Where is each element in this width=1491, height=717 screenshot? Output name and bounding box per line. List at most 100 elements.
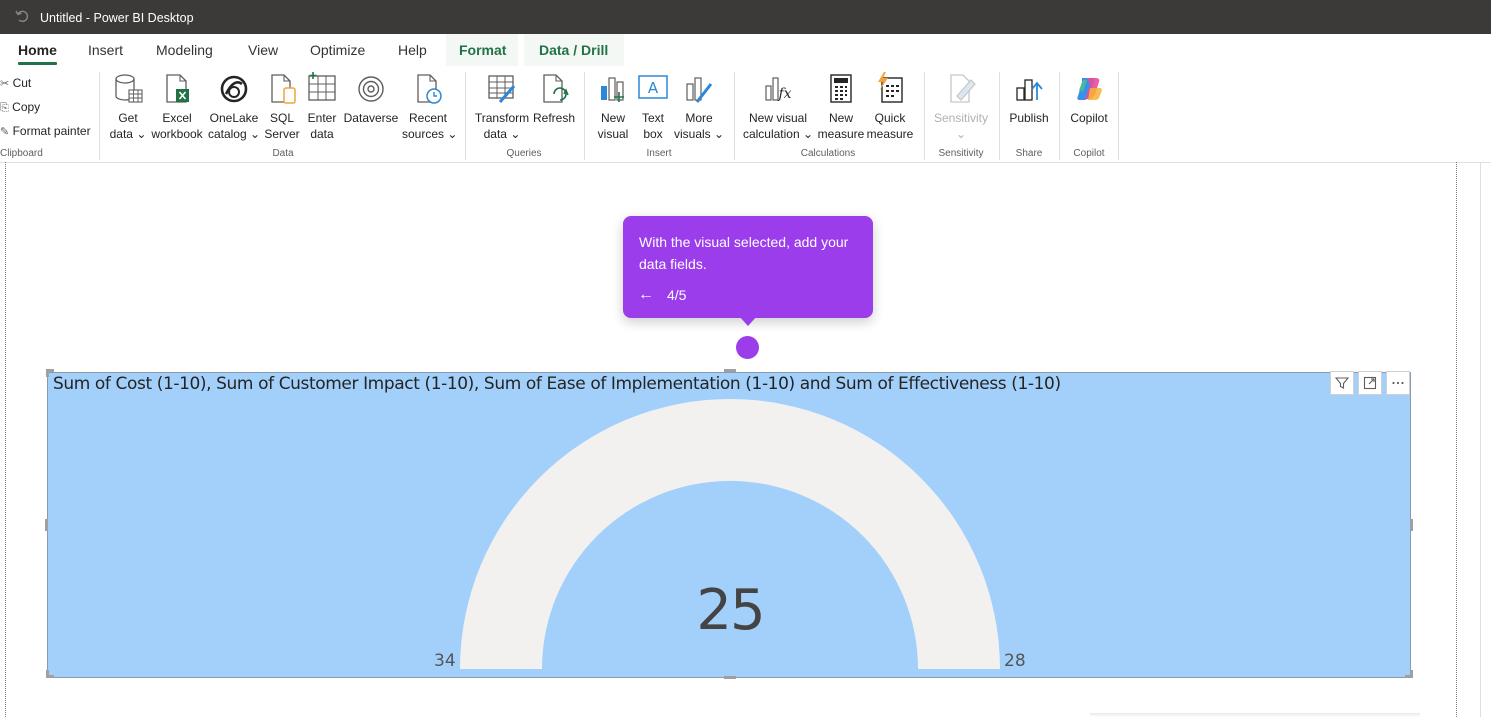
transform-data-icon — [488, 75, 516, 103]
excel-workbook-button[interactable]: Excel workbook — [150, 72, 204, 142]
tab-insert[interactable]: Insert — [88, 42, 123, 58]
transform-data-button[interactable]: Transform data ⌄ — [474, 72, 530, 142]
visual-calc-label: New visual — [748, 111, 808, 125]
more-options-icon[interactable] — [1386, 371, 1410, 395]
new-visual-button[interactable]: New visual — [594, 72, 632, 142]
visual-calculation-icon: fx — [765, 77, 792, 102]
undo-icon[interactable] — [14, 8, 30, 24]
resize-handle[interactable] — [46, 369, 49, 377]
table-icon — [308, 72, 336, 101]
new-visual-icon — [601, 77, 624, 102]
text-box-button[interactable]: A Text box — [636, 72, 670, 142]
svg-text:fx: fx — [777, 86, 791, 102]
quick-measure-label: Quick — [874, 111, 906, 125]
title-bar: Untitled - Power BI Desktop — [0, 0, 1491, 34]
cut-button[interactable]: ✂ Cut — [0, 76, 31, 90]
resize-handle[interactable] — [46, 670, 49, 678]
more-visuals-label-2: visuals ⌄ — [674, 127, 725, 141]
onelake-catalog-button[interactable]: OneLake catalog ⌄ — [207, 72, 261, 142]
excel-label-2: workbook — [151, 127, 203, 141]
more-visuals-label: More — [685, 111, 713, 125]
group-label-share: Share — [1015, 148, 1043, 159]
back-arrow-icon[interactable]: ← — [638, 286, 654, 304]
sensitivity-button[interactable]: Sensitivity ⌄ — [932, 72, 990, 142]
window-title: Untitled - Power BI Desktop — [40, 11, 194, 25]
quick-measure-label-2: measure — [866, 127, 914, 141]
new-measure-label-2: measure — [817, 127, 865, 141]
ribbon-divider — [1059, 72, 1060, 160]
new-visual-calculation-button[interactable]: fx New visual calculation ⌄ — [742, 72, 814, 142]
text-box-icon: A — [638, 75, 668, 99]
resize-handle[interactable] — [1410, 519, 1413, 531]
copilot-label: Copilot — [1070, 111, 1108, 125]
tooltip-step-counter: 4/5 — [667, 287, 687, 303]
get-data-button[interactable]: Get data ⌄ — [108, 72, 148, 142]
resize-handle[interactable] — [1410, 670, 1413, 678]
more-visuals-button[interactable]: More visuals ⌄ — [674, 72, 724, 142]
group-label-data: Data — [272, 148, 294, 159]
gauge-max-label: 28 — [1004, 651, 1026, 671]
copilot-button[interactable]: Copilot — [1066, 72, 1112, 126]
excel-label: Excel — [162, 111, 192, 125]
recent-label: Recent — [408, 111, 448, 125]
tab-home[interactable]: Home — [18, 42, 57, 65]
sensitivity-label-2: ⌄ — [955, 127, 967, 141]
focus-mode-icon[interactable] — [1358, 371, 1382, 395]
group-label-calculations: Calculations — [800, 148, 856, 159]
copy-icon: ⎘ — [0, 102, 9, 114]
resize-handle[interactable] — [45, 519, 48, 531]
database-icon — [115, 74, 143, 103]
gauge-value: 25 — [696, 578, 765, 643]
enter-data-button[interactable]: Enter data — [304, 72, 340, 142]
resize-handle[interactable] — [724, 676, 736, 679]
enter-label: Enter — [307, 111, 337, 125]
tab-modeling[interactable]: Modeling — [156, 42, 213, 58]
tooltip-text: With the visual selected, add your data … — [639, 234, 849, 272]
quick-measure-button[interactable]: Quick measure — [866, 72, 914, 142]
onelake-label-2: catalog ⌄ — [207, 127, 261, 141]
resize-handle[interactable] — [724, 369, 736, 372]
guide-tooltip: With the visual selected, add your data … — [623, 216, 873, 326]
pane-divider — [1480, 162, 1481, 717]
group-label-queries: Queries — [506, 148, 542, 159]
dataverse-button[interactable]: Dataverse — [343, 72, 399, 126]
quick-measure-icon — [878, 72, 903, 103]
ribbon: ✂ Cut ⎘ Copy ✎ Format painter Clipboard … — [0, 66, 1491, 163]
transform-label-2: data ⌄ — [483, 127, 521, 141]
dataverse-label: Dataverse — [343, 111, 399, 125]
ribbon-divider — [584, 72, 585, 160]
ribbon-divider — [924, 72, 925, 160]
bottom-panel-edge — [1090, 713, 1420, 717]
guide-beacon[interactable] — [736, 336, 759, 359]
group-label-copilot: Copilot — [1073, 148, 1105, 159]
ribbon-divider — [734, 72, 735, 160]
tab-optimize[interactable]: Optimize — [310, 42, 365, 58]
get-data-label-2: data ⌄ — [109, 127, 147, 141]
copy-button[interactable]: ⎘ Copy — [0, 100, 40, 115]
ribbon-divider — [999, 72, 1000, 160]
filter-icon[interactable] — [1330, 371, 1354, 395]
recent-sources-button[interactable]: Recent sources ⌄ — [402, 72, 457, 142]
new-measure-button[interactable]: New measure — [817, 72, 865, 142]
onelake-icon — [220, 75, 248, 103]
visual-calc-label-2: calculation ⌄ — [742, 127, 814, 141]
publish-label: Publish — [1009, 111, 1049, 125]
calculator-icon — [830, 74, 852, 103]
tooltip-arrow — [739, 316, 757, 326]
get-data-label: Get — [118, 111, 138, 125]
publish-icon — [1016, 79, 1043, 101]
tab-format[interactable]: Format — [459, 42, 506, 58]
publish-button[interactable]: Publish — [1006, 72, 1052, 126]
tab-help[interactable]: Help — [398, 42, 427, 58]
refresh-button[interactable]: Refresh — [532, 72, 576, 126]
sql-server-button[interactable]: SQL Server — [264, 72, 300, 142]
sql-label-2: Server — [264, 127, 300, 141]
format-painter-label: Format painter — [12, 124, 91, 138]
dataverse-icon — [358, 76, 384, 102]
tab-view[interactable]: View — [248, 42, 278, 58]
svg-text:A: A — [648, 79, 659, 97]
text-box-label: Text — [641, 111, 664, 125]
tab-data-drill[interactable]: Data / Drill — [539, 42, 608, 58]
recent-sources-icon — [417, 74, 442, 104]
format-painter-button[interactable]: ✎ Format painter — [0, 124, 91, 138]
